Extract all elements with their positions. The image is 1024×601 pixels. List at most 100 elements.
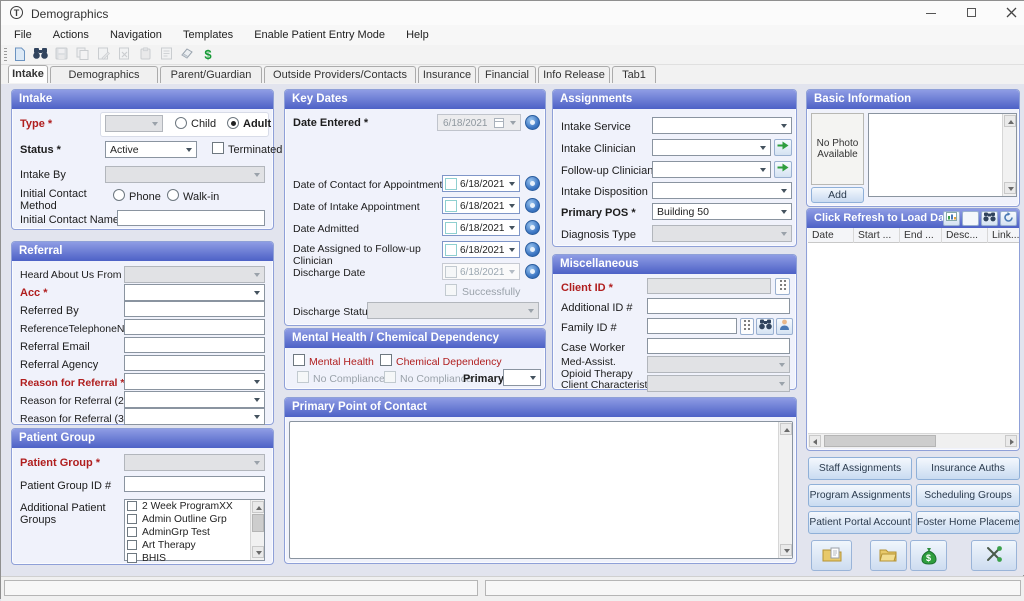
- tab-intake[interactable]: Intake: [8, 65, 48, 83]
- date-contact-picker[interactable]: 6/18/2021: [442, 175, 520, 192]
- group-checkbox[interactable]: [127, 514, 137, 524]
- clinician-picker-icon[interactable]: [774, 139, 792, 156]
- primary-pos-select[interactable]: Building 50: [652, 203, 792, 220]
- tab-insurance[interactable]: Insurance: [418, 66, 476, 83]
- opioid-therapy-select[interactable]: [647, 356, 790, 373]
- followup-clinician-select[interactable]: [652, 161, 771, 178]
- cd-no-compliance-checkbox[interactable]: [384, 371, 396, 383]
- new-document-icon[interactable]: [11, 47, 27, 63]
- documents-button[interactable]: [811, 540, 852, 571]
- child-radio[interactable]: [175, 117, 187, 129]
- discharge-status-select[interactable]: [367, 302, 539, 319]
- program-assignments-button[interactable]: Program Assignments: [808, 484, 912, 507]
- id-dice-icon[interactable]: [740, 318, 754, 335]
- scroll-up-icon[interactable]: [1004, 115, 1016, 127]
- heard-about-select[interactable]: [124, 266, 265, 283]
- menu-templates[interactable]: Templates: [174, 25, 242, 41]
- group-checkbox[interactable]: [127, 540, 137, 550]
- list-item[interactable]: AdminGrp Test: [127, 527, 264, 539]
- column-desc[interactable]: Desc...: [942, 228, 988, 243]
- date-checkbox[interactable]: [445, 244, 457, 256]
- reason-referral-select[interactable]: [124, 373, 265, 390]
- menu-help[interactable]: Help: [397, 25, 438, 41]
- discharge-date-picker[interactable]: 6/18/2021: [442, 263, 520, 280]
- basic-info-scrollbar[interactable]: [1002, 114, 1016, 196]
- date-assigned-picker[interactable]: 6/18/2021: [442, 241, 520, 258]
- date-intake-appt-history-button[interactable]: [525, 198, 540, 213]
- family-member-icon[interactable]: [776, 318, 793, 335]
- date-checkbox[interactable]: [445, 222, 457, 234]
- minimize-button[interactable]: [916, 5, 946, 21]
- date-intake-appt-picker[interactable]: 6/18/2021: [442, 197, 520, 214]
- list-item[interactable]: Admin Outline Grp: [127, 514, 264, 526]
- date-assigned-history-button[interactable]: [525, 242, 540, 257]
- horizontal-scrollbar[interactable]: [808, 433, 1019, 448]
- case-worker-input[interactable]: [647, 338, 790, 354]
- reference-telephone-input[interactable]: [124, 319, 265, 335]
- scroll-right-icon[interactable]: [1005, 435, 1017, 447]
- adult-radio[interactable]: [227, 117, 239, 129]
- menu-enable-patient-entry-mode[interactable]: Enable Patient Entry Mode: [245, 25, 394, 41]
- date-entered-history-button[interactable]: [525, 115, 540, 130]
- date-checkbox[interactable]: [445, 178, 457, 190]
- column-end[interactable]: End ...: [900, 228, 942, 243]
- copy-icon[interactable]: [74, 47, 90, 63]
- tab-financial[interactable]: Financial: [478, 66, 536, 83]
- phone-radio[interactable]: [113, 189, 125, 201]
- payment-icon[interactable]: $: [200, 47, 216, 63]
- family-id-input[interactable]: [647, 318, 737, 334]
- referral-agency-input[interactable]: [124, 355, 265, 371]
- refresh-icon[interactable]: [1000, 211, 1017, 226]
- status-select[interactable]: Active: [105, 141, 197, 158]
- list-item[interactable]: BHIS: [127, 553, 264, 565]
- terminated-checkbox[interactable]: [212, 142, 224, 154]
- date-admitted-picker[interactable]: 6/18/2021: [442, 219, 520, 236]
- discharge-date-history-button[interactable]: [525, 264, 540, 279]
- intake-disposition-select[interactable]: [652, 182, 792, 199]
- patient-portal-account-button[interactable]: Patient Portal Account: [808, 511, 912, 534]
- initial-contact-name-input[interactable]: [117, 210, 265, 226]
- date-admitted-history-button[interactable]: [525, 220, 540, 235]
- family-search-icon[interactable]: [756, 318, 774, 335]
- menu-file[interactable]: File: [5, 25, 41, 41]
- mh-no-compliance-checkbox[interactable]: [297, 371, 309, 383]
- referral-email-input[interactable]: [124, 337, 265, 353]
- billing-button[interactable]: $: [910, 540, 947, 571]
- date-checkbox[interactable]: [445, 266, 457, 278]
- close-button[interactable]: [996, 5, 1024, 21]
- date-entered-picker[interactable]: 6/18/2021: [437, 114, 521, 131]
- tab-demographics[interactable]: Demographics: [50, 66, 158, 83]
- foster-home-placement-button[interactable]: Foster Home Placement: [916, 511, 1020, 534]
- column-date[interactable]: Date: [808, 228, 854, 243]
- menu-actions[interactable]: Actions: [44, 25, 98, 41]
- staff-assignments-button[interactable]: Staff Assignments: [808, 457, 912, 480]
- mental-health-checkbox[interactable]: [293, 354, 305, 366]
- walkin-radio[interactable]: [167, 189, 179, 201]
- search-icon[interactable]: [32, 47, 48, 63]
- diagnosis-type-select[interactable]: [652, 225, 792, 242]
- ppoc-textarea[interactable]: [289, 421, 793, 559]
- delete-icon[interactable]: [116, 47, 132, 63]
- group-checkbox[interactable]: [127, 501, 137, 511]
- eraser-icon[interactable]: [179, 47, 195, 63]
- reason-referral2-select[interactable]: [124, 391, 265, 408]
- successfully-checkbox[interactable]: [445, 284, 457, 296]
- add-photo-button[interactable]: Add: [811, 187, 864, 203]
- scroll-down-icon[interactable]: [1004, 182, 1016, 194]
- client-id-input[interactable]: [647, 278, 771, 294]
- scroll-down-icon[interactable]: [252, 546, 264, 558]
- reason-referral3-select[interactable]: [124, 408, 265, 425]
- id-dice-icon[interactable]: [775, 278, 790, 295]
- date-contact-history-button[interactable]: [525, 176, 540, 191]
- ppoc-scrollbar[interactable]: [778, 422, 792, 558]
- groups-scrollbar[interactable]: [250, 500, 264, 560]
- group-checkbox[interactable]: [127, 553, 137, 563]
- scroll-up-icon[interactable]: [252, 501, 264, 513]
- edit-icon[interactable]: [95, 47, 111, 63]
- acc-select[interactable]: [124, 284, 265, 301]
- list-item[interactable]: Art Therapy: [127, 540, 264, 552]
- column-link[interactable]: Link...: [988, 228, 1019, 243]
- maximize-button[interactable]: [956, 5, 986, 21]
- tools-button[interactable]: [971, 540, 1017, 571]
- column-start[interactable]: Start ...: [854, 228, 900, 243]
